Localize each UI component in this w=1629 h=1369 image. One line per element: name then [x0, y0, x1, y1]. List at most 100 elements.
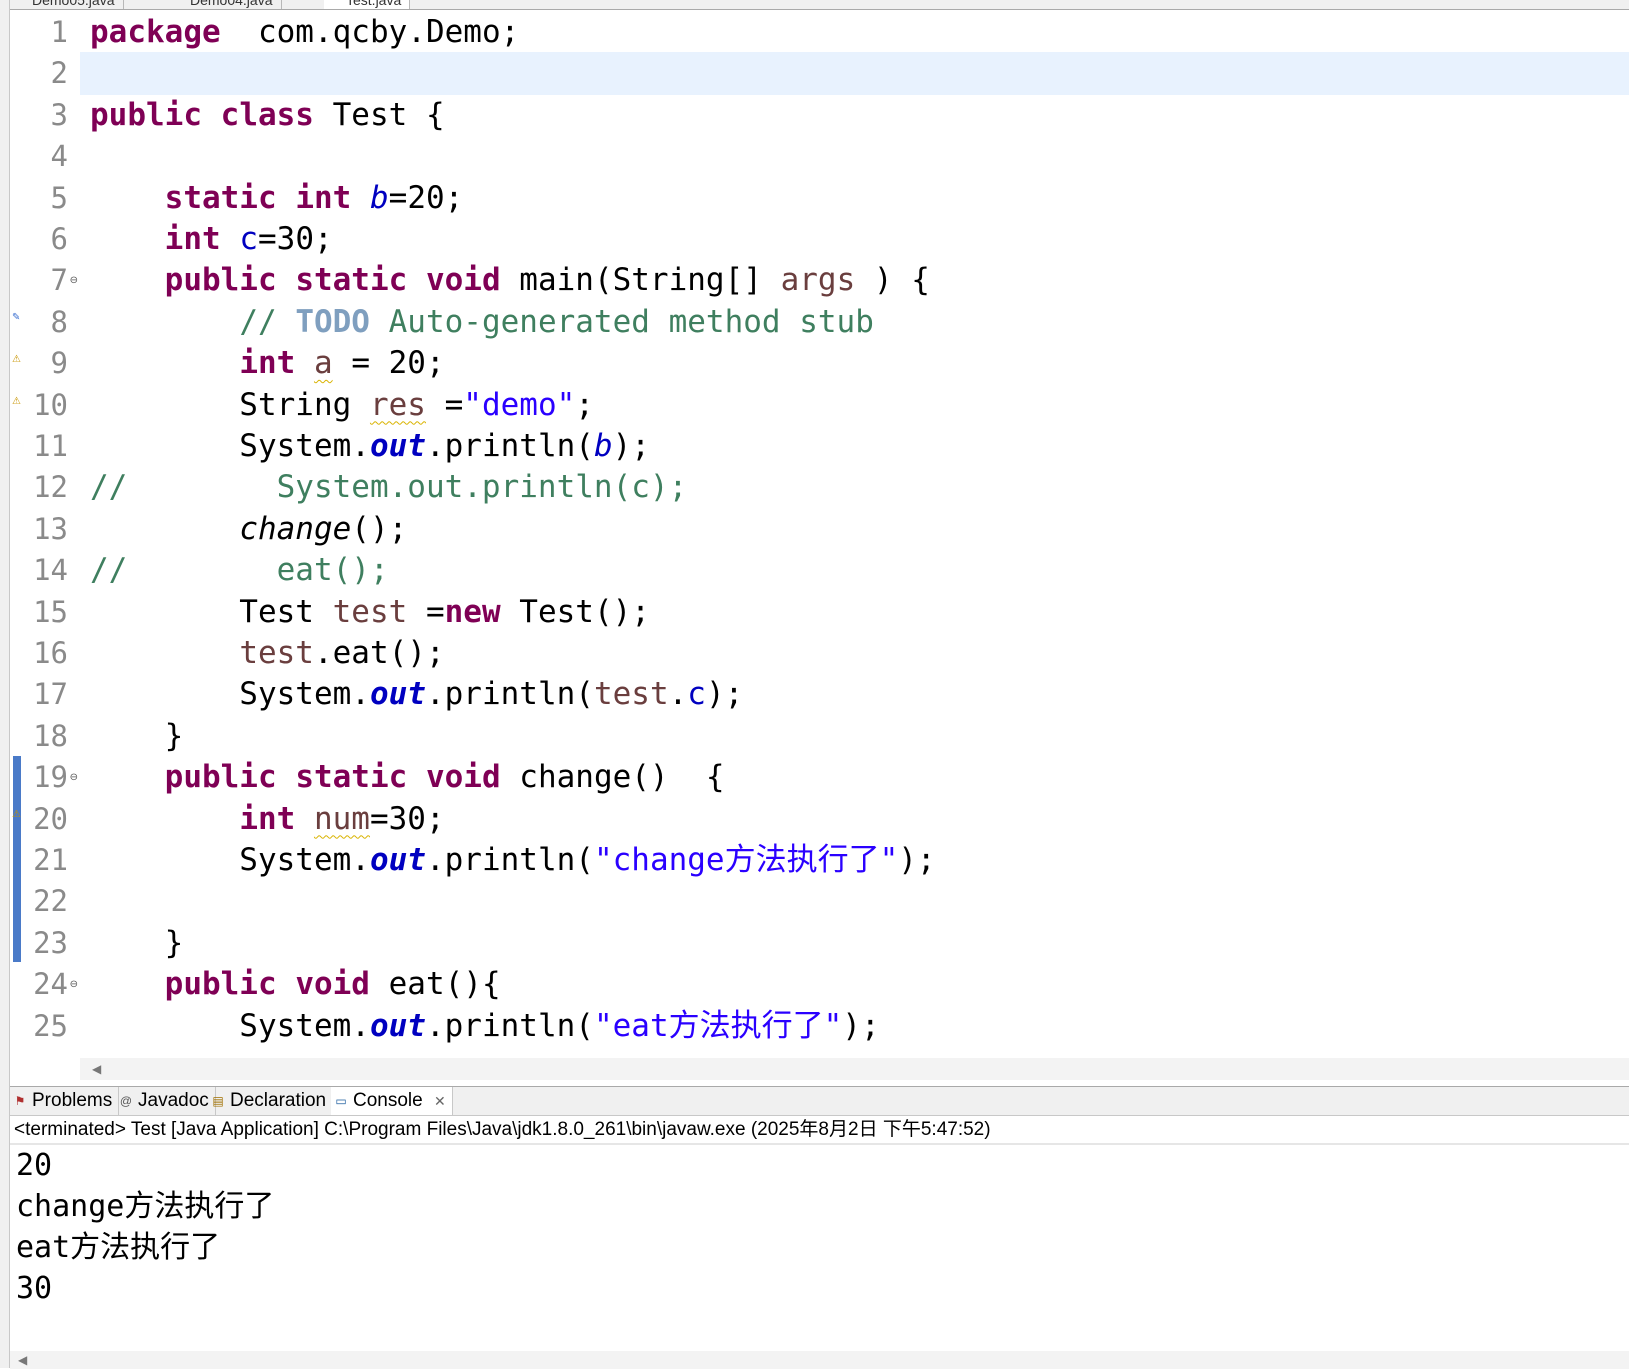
code-token: test: [239, 635, 314, 671]
code-token: public: [90, 96, 202, 133]
code-token: TODO: [295, 303, 370, 340]
code-token: Test();: [500, 593, 650, 630]
problems-icon: ⚑: [14, 1094, 26, 1108]
code-token: test: [332, 593, 408, 630]
code-token: System.: [90, 1007, 370, 1044]
code-line-text: String res ="demo";: [90, 384, 594, 427]
tab-declaration[interactable]: ▤ Declaration: [208, 1087, 334, 1115]
code-line[interactable]: }: [80, 715, 1629, 758]
code-token: =30;: [369, 800, 445, 837]
line-number-gutter: 1 2 3 4 5 6 7 ⊖ 8 9 10 11 12 13 14 15 16 17 18 19 ⊖ 20 21 22 23 2…: [24, 10, 80, 1102]
code-token: =30;: [258, 221, 333, 257]
code-line[interactable]: int num=30;: [80, 798, 1629, 841]
collapse-icon[interactable]: ⊖: [70, 963, 78, 1006]
editor-tab-strip: Demo05.java Demo04.java Test.java: [0, 0, 1629, 10]
code-line-text: Test test =new Test();: [90, 591, 650, 634]
code-line-text: System.out.println(b);: [90, 425, 650, 468]
current-line[interactable]: [80, 52, 1629, 96]
line-number: 17: [24, 673, 80, 716]
code-line[interactable]: Test test =new Test();: [80, 591, 1629, 634]
code-line[interactable]: package com.qcby.Demo;: [80, 11, 1629, 54]
line-number-text: 19: [33, 760, 68, 795]
code-token: .println(: [425, 676, 594, 713]
line-number-text: 17: [33, 677, 68, 712]
code-line[interactable]: change();: [80, 508, 1629, 551]
code-line[interactable]: public class Test {: [80, 94, 1629, 137]
code-line[interactable]: // System.out.println(c);: [80, 466, 1629, 509]
code-token: .println(: [425, 842, 594, 878]
editor-tab-demo05[interactable]: Demo05.java: [10, 0, 124, 9]
code-token: main(String[]: [500, 262, 781, 299]
editor-horizontal-scrollbar[interactable]: ◀: [80, 1058, 1629, 1080]
code-line[interactable]: static int b=20;: [80, 177, 1629, 220]
code-token: out: [369, 842, 426, 878]
code-line[interactable]: System.out.println("eat方法执行了");: [80, 1005, 1629, 1048]
code-line[interactable]: System.out.println(test.c);: [80, 673, 1629, 716]
code-line-text: }: [90, 715, 184, 758]
editor-tab-test[interactable]: Test.java: [324, 0, 411, 9]
line-number-text: 4: [50, 139, 68, 174]
scroll-left-arrow-icon[interactable]: ◀: [18, 1353, 27, 1367]
code-line[interactable]: // eat();: [80, 549, 1629, 592]
line-number: 21: [24, 839, 80, 882]
console-status-header: <terminated> Test [Java Application] C:\…: [14, 1119, 991, 1140]
code-line-text: package com.qcby.Demo;: [90, 11, 519, 54]
code-line[interactable]: }: [80, 922, 1629, 965]
code-line[interactable]: public static void change() {: [80, 756, 1629, 799]
code-token: public: [164, 966, 277, 1003]
code-token: =20;: [388, 179, 464, 216]
tab-problems[interactable]: ⚑ Problems: [10, 1087, 120, 1115]
code-line[interactable]: public void eat(){: [80, 963, 1629, 1006]
code-line-text: public class Test {: [90, 94, 445, 137]
console-horizontal-scrollbar[interactable]: ◀: [10, 1351, 1629, 1369]
line-number-text: 21: [33, 843, 68, 877]
code-line[interactable]: System.out.println(b);: [80, 425, 1629, 468]
code-token: int: [295, 179, 352, 216]
code-line[interactable]: public static void main(String[] args ) …: [80, 259, 1629, 302]
collapse-icon[interactable]: ⊖: [70, 756, 78, 799]
code-token: );: [898, 842, 936, 878]
code-token: Test: [90, 593, 333, 630]
editor-tab-demo04[interactable]: Demo04.java: [168, 0, 282, 9]
code-line[interactable]: String res ="demo";: [80, 384, 1629, 427]
code-line[interactable]: test.eat();: [80, 632, 1629, 675]
tab-javadoc[interactable]: @ Javadoc: [116, 1087, 216, 1115]
console-output-line: eat方法执行了: [16, 1230, 221, 1265]
code-token: );: [842, 1007, 880, 1044]
close-icon[interactable]: ✕: [434, 1093, 446, 1109]
line-number: 23: [24, 922, 80, 965]
code-token: }: [90, 717, 184, 754]
code-editor[interactable]: ✎ ⚠ ⚠ ⚠ 1 2 3 4 5 6 7 ⊖ 8 9 10 11 12 13 14 15 16 17 18 19 ⊖ 2…: [10, 10, 1629, 1102]
code-token: ) {: [855, 262, 930, 299]
line-number-text: 6: [50, 222, 68, 256]
tab-console[interactable]: ▭ Console ✕: [331, 1087, 453, 1115]
code-line[interactable]: [80, 135, 1629, 178]
code-line-text: System.out.println("change方法执行了");: [90, 839, 936, 882]
code-token: b: [593, 428, 613, 464]
code-line[interactable]: [80, 880, 1629, 923]
collapse-icon[interactable]: ⊖: [70, 259, 78, 302]
code-token: ();: [351, 510, 408, 547]
code-line[interactable]: System.out.println("change方法执行了");: [80, 839, 1629, 882]
code-token: =: [407, 593, 445, 630]
code-token: args: [780, 262, 856, 299]
code-token: new: [444, 593, 501, 630]
scroll-left-arrow-icon[interactable]: ◀: [92, 1062, 101, 1076]
code-line[interactable]: int c=30;: [80, 218, 1629, 261]
code-line[interactable]: // TODO Auto-generated method stub: [80, 301, 1629, 344]
code-line[interactable]: int a = 20;: [80, 342, 1629, 385]
code-text-area[interactable]: package com.qcby.Demo; public class Test …: [80, 10, 1629, 1102]
code-token: = 20;: [332, 345, 445, 382]
code-token: ;: [575, 386, 594, 423]
